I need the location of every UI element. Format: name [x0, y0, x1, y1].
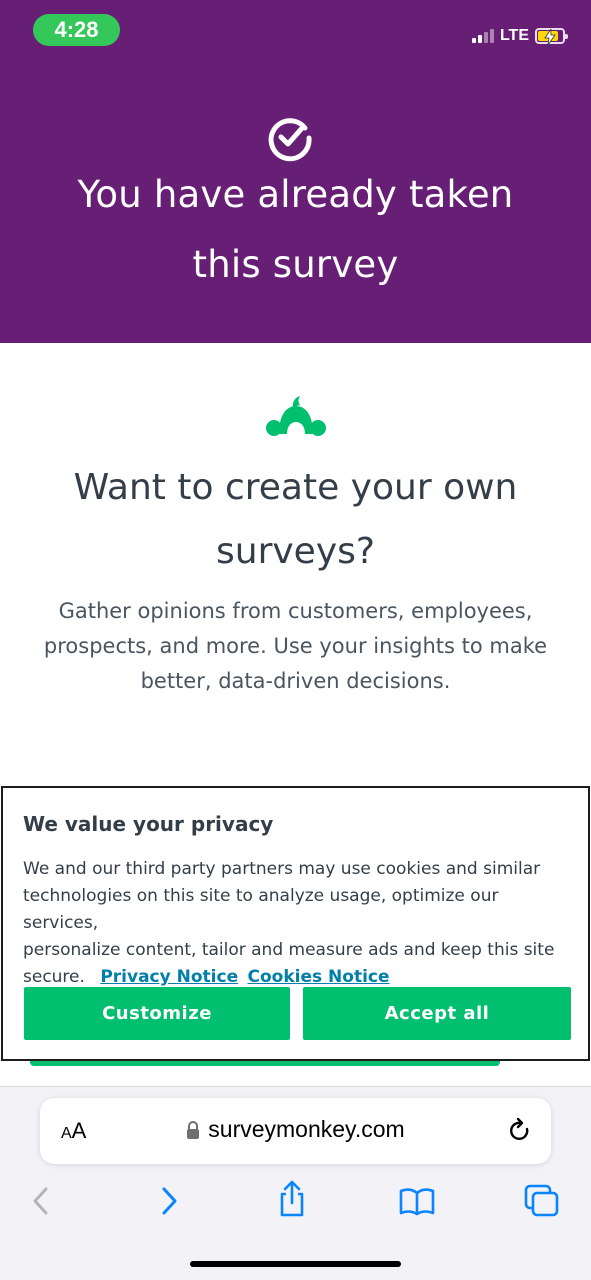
accept-all-button[interactable]: Accept all [303, 987, 571, 1040]
network-label: LTE [499, 27, 529, 44]
home-indicator[interactable] [190, 1261, 401, 1267]
url-display[interactable]: surveymonkey.com [40, 1116, 551, 1143]
tabs-icon[interactable] [522, 1183, 562, 1219]
cookie-text-line-3: personalize content, tailor and measure … [23, 940, 555, 960]
promo-text-line-1: Gather opinions from customers, employee… [58, 599, 533, 623]
privacy-notice-link[interactable]: Privacy Notice [100, 967, 238, 987]
cookie-dialog-text: We and our third party partners may use … [23, 856, 568, 991]
cookie-text-line-1: We and our third party partners may use … [23, 859, 541, 879]
promo-heading: Want to create your own surveys? [30, 456, 561, 584]
address-bar[interactable]: AA surveymonkey.com [40, 1098, 551, 1164]
forward-icon[interactable] [149, 1183, 189, 1219]
battery-icon [535, 28, 568, 45]
cookies-notice-link[interactable]: Cookies Notice [248, 967, 390, 987]
status-indicators: LTE [471, 22, 568, 50]
cookie-consent-dialog: We value your privacy We and our third p… [1, 786, 590, 1061]
promo-text-line-3: better, data-driven decisions. [140, 669, 451, 693]
signal-icon [471, 29, 494, 43]
page-title: You have already taken this survey [30, 160, 561, 300]
reload-icon[interactable] [507, 1117, 533, 1145]
promo-text-line-2: prospects, and more. Use your insights t… [43, 634, 548, 658]
promo-heading-line-1: Want to create your own [73, 467, 518, 508]
surveymonkey-logo-icon [266, 396, 326, 436]
promo-description: Gather opinions from customers, employee… [40, 594, 551, 699]
header-banner: 4:28 LTE You have already taken this sur… [0, 0, 591, 343]
status-time: 4:28 [33, 14, 120, 46]
browser-toolbar: AA surveymonkey.com [0, 1086, 591, 1280]
cookie-text-line-2: technologies on this site to analyze usa… [23, 886, 499, 933]
back-icon[interactable] [22, 1183, 62, 1219]
title-line-2: this survey [192, 243, 399, 286]
cookie-dialog-title: We value your privacy [23, 812, 274, 836]
cookie-text-secure: secure. [23, 967, 85, 987]
check-circle-icon [268, 118, 312, 162]
customize-button[interactable]: Customize [24, 987, 290, 1040]
promo-heading-line-2: surveys? [216, 531, 375, 572]
bookmarks-icon[interactable] [397, 1183, 437, 1219]
url-text: surveymonkey.com [208, 1116, 405, 1142]
title-line-1: You have already taken [77, 173, 514, 216]
lock-icon [187, 1121, 200, 1139]
share-icon[interactable] [272, 1179, 312, 1219]
